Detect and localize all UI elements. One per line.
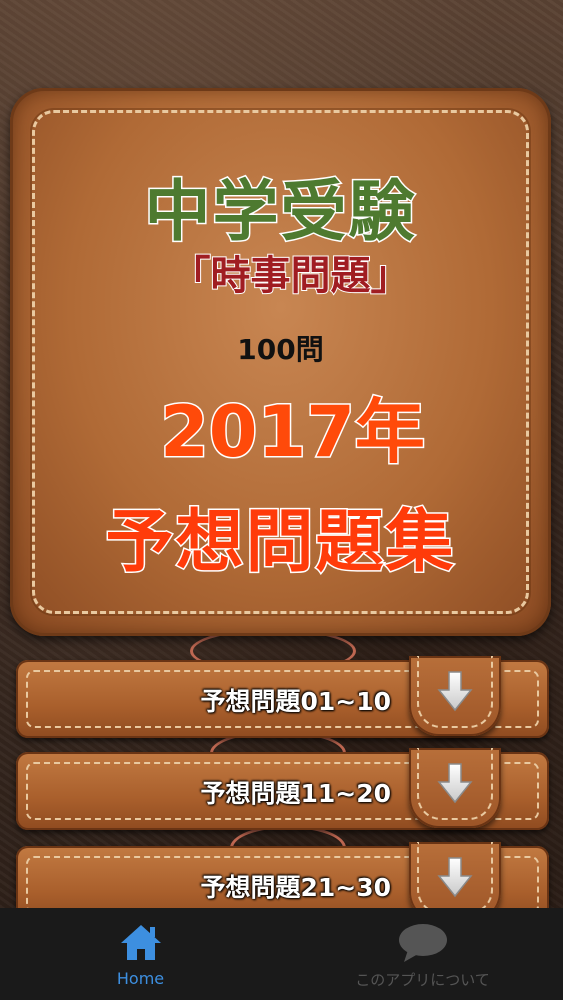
- nav-about-label: このアプリについて: [355, 971, 490, 989]
- list-item-label: 予想問題11~20: [200, 779, 391, 808]
- download-tab[interactable]: [409, 656, 501, 736]
- download-arrow-icon: [437, 671, 473, 712]
- collection-label: 予想問題集: [104, 502, 456, 584]
- list-item-label: 予想問題01~10: [200, 687, 391, 716]
- bottom-navigation: Home このアプリについて: [0, 908, 563, 1000]
- app-subtitle: 「時事問題」: [170, 252, 412, 300]
- nav-home[interactable]: Home: [0, 908, 281, 1000]
- title-panel: 中学受験 「時事問題」 100問 2017年 予想問題集: [10, 88, 551, 636]
- list-item-questions-01-10[interactable]: 予想問題01~10: [16, 656, 549, 738]
- question-count: 100問: [237, 333, 324, 366]
- list-item-questions-11-20[interactable]: 予想問題11~20: [16, 748, 549, 830]
- home-icon: [120, 925, 161, 960]
- list-item-label: 予想問題21~30: [200, 873, 391, 902]
- nav-home-label: Home: [116, 969, 165, 988]
- app-title: 中学受験: [143, 172, 417, 252]
- download-arrow-icon: [437, 857, 473, 898]
- nav-about[interactable]: このアプリについて: [282, 908, 563, 1000]
- year-label: 2017年: [159, 390, 427, 475]
- chat-bubble-icon: [398, 924, 447, 962]
- download-arrow-icon: [437, 763, 473, 804]
- download-tab[interactable]: [409, 748, 501, 828]
